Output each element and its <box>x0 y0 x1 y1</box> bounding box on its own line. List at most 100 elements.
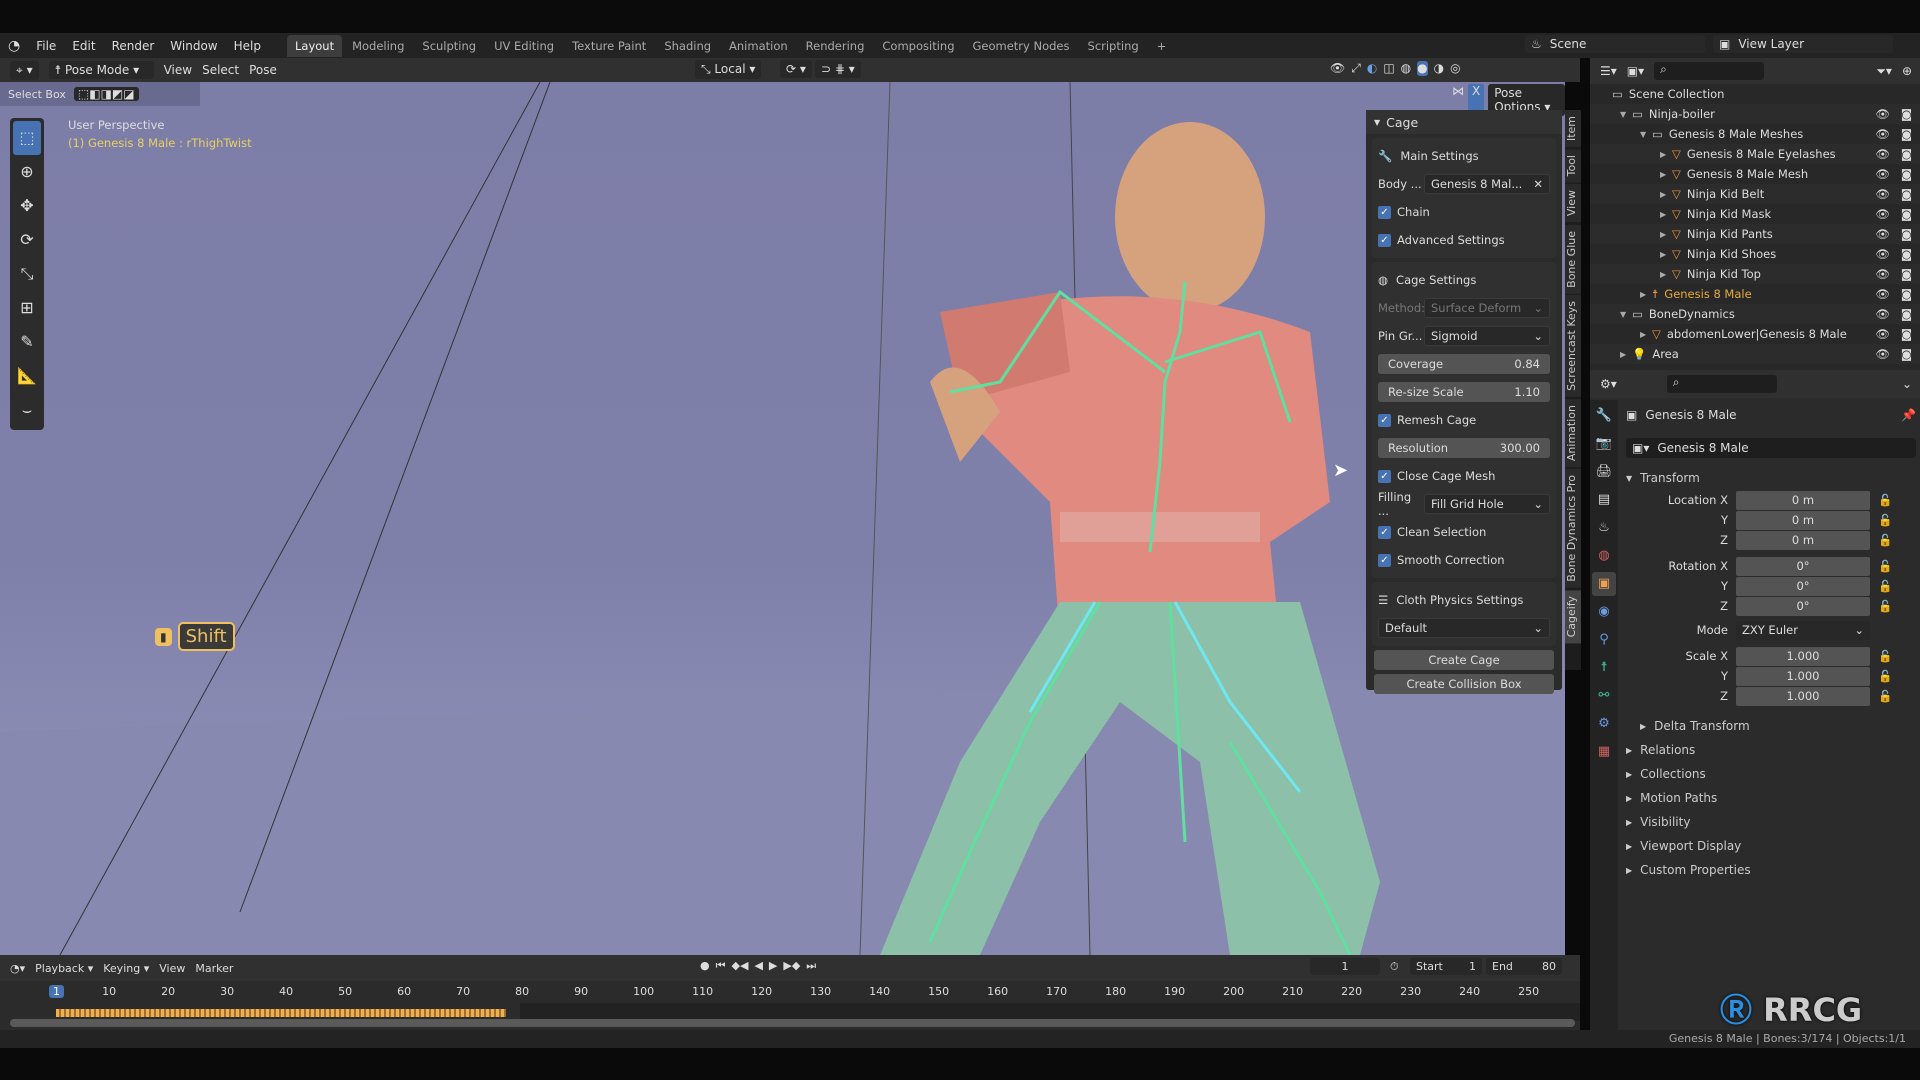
rotation-z-field[interactable]: 0° <box>1736 596 1870 616</box>
expand-toggle-icon[interactable]: ▼ <box>1640 130 1652 139</box>
timeline-editor-icon[interactable]: ◔▾ <box>10 962 25 975</box>
solid-shading-icon[interactable]: ● <box>1417 61 1428 76</box>
cloth-preset-dropdown[interactable]: Default ⌄ <box>1378 618 1550 638</box>
motion-paths-header[interactable]: ▶ Motion Paths <box>1626 786 1916 810</box>
bone-constraint-tab-icon[interactable]: ⚙ <box>1592 712 1616 736</box>
move-tool-icon[interactable]: ✥ <box>10 189 44 223</box>
close-cage-mesh-checkbox[interactable]: ✓ Close Cage Mesh <box>1378 462 1550 490</box>
lock-icon[interactable]: 🔓 <box>1878 559 1892 573</box>
jump-end-icon[interactable]: ⏭ <box>806 959 816 973</box>
smooth-correction-checkbox[interactable]: ✓ Smooth Correction <box>1378 546 1550 574</box>
sidebar-tab-bone-glue[interactable]: Bone Glue <box>1565 224 1581 294</box>
3d-viewport[interactable]: User Perspective (1) Genesis 8 Male : rT… <box>0 82 1565 955</box>
outliner-row[interactable]: ▶ ☨ Genesis 8 Male 👁 ◙ <box>1590 284 1920 304</box>
create-collision-box-button[interactable]: Create Collision Box <box>1374 674 1554 694</box>
display-mode-icon[interactable]: ☰▾ <box>1600 64 1617 78</box>
rotation-y-field[interactable]: 0° <box>1736 576 1870 596</box>
visibility-eye-icon[interactable]: 👁 <box>1875 307 1890 321</box>
lock-icon[interactable]: 🔓 <box>1878 649 1892 663</box>
body-field[interactable]: Genesis 8 Mal... ✕ <box>1424 174 1550 194</box>
location-z-field[interactable]: 0 m <box>1736 530 1870 550</box>
lock-icon[interactable]: 🔓 <box>1878 669 1892 683</box>
rotation-mode-dropdown[interactable]: ZXY Euler ⌄ <box>1736 620 1870 640</box>
render-camera-icon[interactable]: ◙ <box>1901 207 1912 221</box>
menu-render[interactable]: Render <box>104 39 163 53</box>
custom-properties-header[interactable]: ▶ Custom Properties <box>1626 858 1916 882</box>
editor-type-button[interactable]: ⌖ ▾ <box>10 60 39 80</box>
visibility-eye-icon[interactable]: 👁 <box>1875 227 1890 241</box>
lock-icon[interactable]: 🔓 <box>1878 533 1892 547</box>
scene-tab-icon[interactable]: ♨ <box>1592 516 1616 540</box>
outliner-row[interactable]: ▼ ▭ Genesis 8 Male Meshes 👁 ◙ <box>1590 124 1920 144</box>
coverage-slider[interactable]: Coverage 0.84 <box>1378 354 1550 374</box>
collections-header[interactable]: ▶ Collections <box>1626 762 1916 786</box>
overlay-icon[interactable]: ◐ <box>1367 61 1377 76</box>
visibility-eye-icon[interactable]: 👁 <box>1875 327 1890 341</box>
visibility-eye-icon[interactable]: 👁 <box>1875 187 1890 201</box>
render-tab-icon[interactable]: 📷 <box>1592 432 1616 456</box>
physics-tab-icon[interactable]: ◉ <box>1592 600 1616 624</box>
sidebar-tab-cageify[interactable]: Cageify <box>1565 590 1581 644</box>
tool-tab-icon[interactable]: 🔧 <box>1592 404 1616 428</box>
chain-checkbox[interactable]: ✓ Chain <box>1378 198 1550 226</box>
render-camera-icon[interactable]: ◙ <box>1901 227 1912 241</box>
menu-timeline-view[interactable]: View <box>159 962 185 975</box>
scale-tool-icon[interactable]: ⤡ <box>10 257 44 291</box>
outliner-row[interactable]: ▶ ▽ abdomenLower|Genesis 8 Male 👁 ◙ <box>1590 324 1920 344</box>
visibility-eye-icon[interactable]: 👁 <box>1875 347 1890 361</box>
outliner-row[interactable]: ▶ ▽ Genesis 8 Male Eyelashes 👁 ◙ <box>1590 144 1920 164</box>
current-frame-field[interactable]: 1 <box>1310 958 1380 975</box>
gizmo-icon[interactable]: ⤢ <box>1351 61 1361 76</box>
rotate-tool-icon[interactable]: ⟳ <box>10 223 44 257</box>
prev-keyframe-icon[interactable]: ◆◀ <box>732 959 749 973</box>
filling-dropdown[interactable]: Fill Grid Hole ⌄ <box>1424 494 1550 514</box>
frame-ruler[interactable]: 1 10 20 30 40 50 60 70 80 90 100 110 120 130 140 150 160… <box>0 983 1580 1003</box>
expand-toggle-icon[interactable]: ▶ <box>1660 230 1672 239</box>
scale-x-field[interactable]: 1.000 <box>1736 646 1870 666</box>
outliner-row[interactable]: ▭ Scene Collection <box>1590 84 1920 104</box>
sidebar-tab-view[interactable]: View <box>1565 184 1581 223</box>
sidebar-tab-tool[interactable]: Tool <box>1565 149 1581 183</box>
transform-panel-header[interactable]: ▼ Transform <box>1626 466 1916 490</box>
menu-help[interactable]: Help <box>226 39 269 53</box>
output-tab-icon[interactable]: 🖨 <box>1592 460 1616 484</box>
tab-sculpting[interactable]: Sculpting <box>414 35 484 57</box>
menu-file[interactable]: File <box>28 39 64 53</box>
location-y-field[interactable]: 0 m <box>1736 510 1870 530</box>
material-shading-icon[interactable]: ◑ <box>1434 61 1444 76</box>
expand-toggle-icon[interactable]: ▶ <box>1660 170 1672 179</box>
play-reverse-icon[interactable]: ◀ <box>754 959 762 973</box>
lock-icon[interactable]: 🔓 <box>1878 599 1892 613</box>
render-camera-icon[interactable]: ◙ <box>1901 167 1912 181</box>
outliner-row[interactable]: ▶ ▽ Ninja Kid Mask 👁 ◙ <box>1590 204 1920 224</box>
pin-icon[interactable]: 📌 <box>1901 408 1916 422</box>
world-tab-icon[interactable]: ◍ <box>1592 544 1616 568</box>
lock-icon[interactable]: 🔓 <box>1878 579 1892 593</box>
visibility-eye-icon[interactable]: 👁 <box>1875 147 1890 161</box>
sidebar-tab-screencast-keys[interactable]: Screencast Keys <box>1565 295 1581 398</box>
outliner-row[interactable]: ▶ 💡 Area 👁 ◙ <box>1590 344 1920 364</box>
visibility-eye-icon[interactable]: 👁 <box>1875 267 1890 281</box>
menu-edit[interactable]: Edit <box>64 39 103 53</box>
expand-toggle-icon[interactable]: ▶ <box>1660 190 1672 199</box>
cursor-tool-icon[interactable]: ⊕ <box>10 155 44 189</box>
menu-keying[interactable]: Keying ▾ <box>103 962 149 975</box>
properties-search-input[interactable]: ⌕ <box>1666 375 1777 393</box>
tab-texture-paint[interactable]: Texture Paint <box>564 35 654 57</box>
outliner-row[interactable]: ▶ ▽ Ninja Kid Belt 👁 ◙ <box>1590 184 1920 204</box>
outliner-row[interactable]: ▶ ▽ Ninja Kid Shoes 👁 ◙ <box>1590 244 1920 264</box>
visibility-eye-icon[interactable]: 👁 <box>1875 287 1890 301</box>
play-icon[interactable]: ▶ <box>769 959 777 973</box>
xray-icon[interactable]: ◫ <box>1383 61 1394 76</box>
visibility-eye-icon[interactable]: 👁 <box>1875 107 1890 121</box>
tab-scripting[interactable]: Scripting <box>1080 35 1147 57</box>
outliner-row[interactable]: ▶ ▽ Ninja Kid Top 👁 ◙ <box>1590 264 1920 284</box>
render-camera-icon[interactable]: ◙ <box>1901 287 1912 301</box>
current-frame-indicator[interactable]: 1 <box>49 985 64 998</box>
render-camera-icon[interactable]: ◙ <box>1901 347 1912 361</box>
sidebar-tab-item[interactable]: Item <box>1565 110 1581 148</box>
measure-tool-icon[interactable]: 📐 <box>10 359 44 393</box>
expand-toggle-icon[interactable]: ▶ <box>1660 150 1672 159</box>
outliner-search-input[interactable]: ⌕ <box>1654 62 1765 80</box>
sidebar-tab-animation[interactable]: Animation <box>1565 399 1581 468</box>
